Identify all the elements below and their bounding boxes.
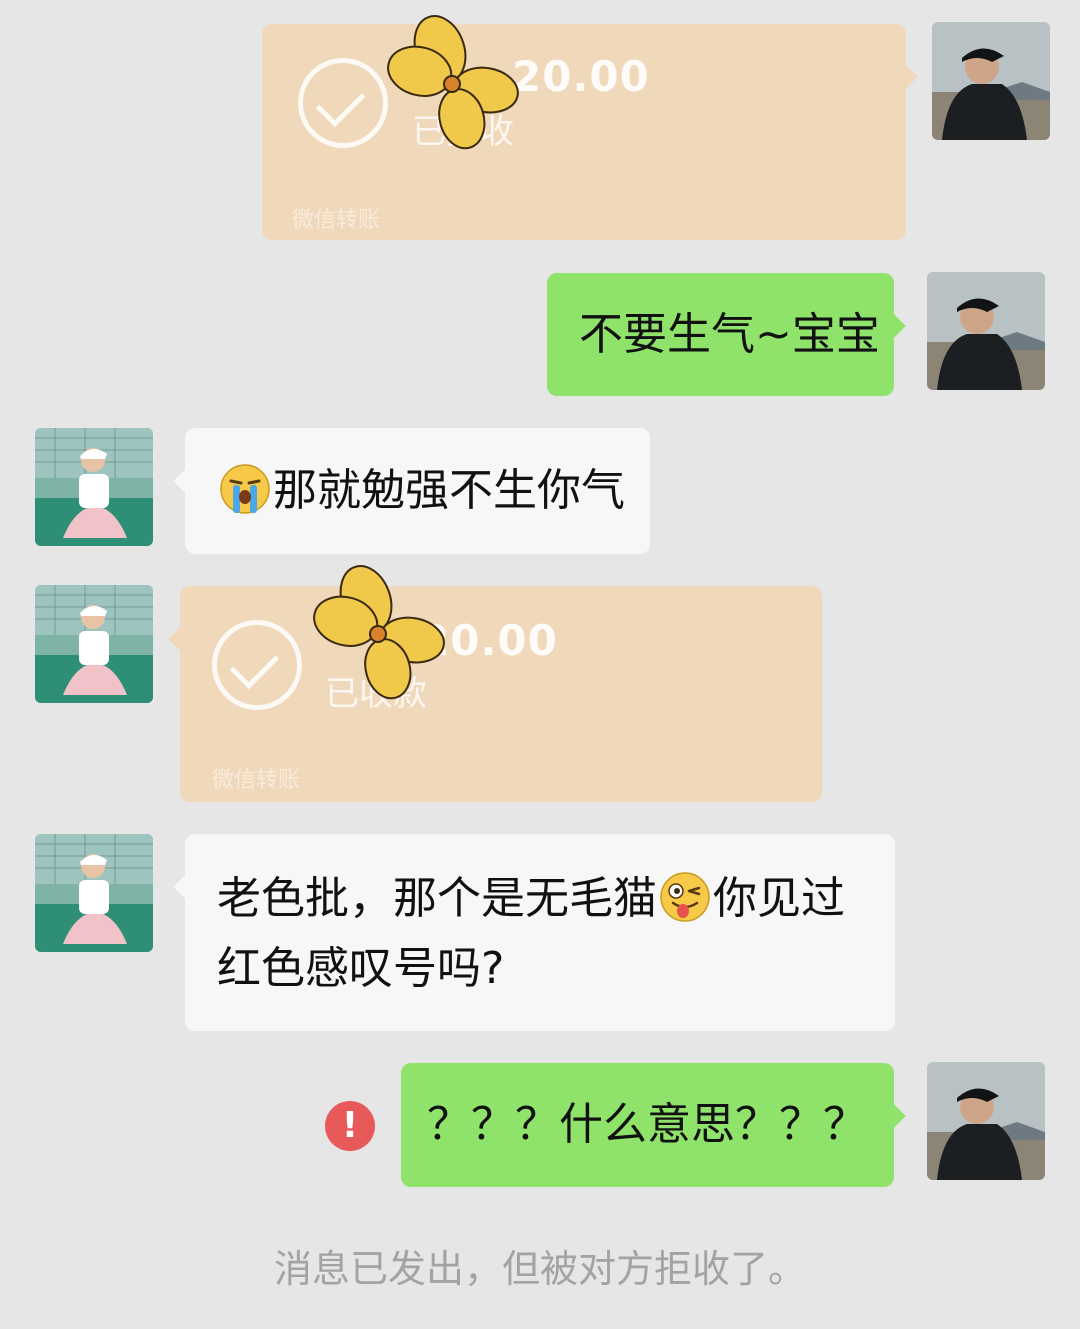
bubble-tail xyxy=(880,1103,906,1129)
bubble-tail xyxy=(173,468,199,494)
message-text: 不要生气~宝宝 xyxy=(579,309,880,360)
message-bubble-sent[interactable]: 不要生气~宝宝 xyxy=(547,273,906,396)
chat-window: 20.00 已接收 微信转账 不要生气~宝宝 xyxy=(0,0,1080,1329)
bubble-tail xyxy=(892,64,918,90)
message-line-2: 红色感叹号吗? xyxy=(217,943,505,994)
transfer-footer: 微信转账 xyxy=(212,768,301,793)
message-text: ？？？什么意思？？？ xyxy=(427,1099,867,1150)
bubble-tail xyxy=(168,626,194,652)
message-text: 老色批，那个是无毛猫 xyxy=(217,873,657,924)
avatar-contact[interactable] xyxy=(35,834,153,952)
check-circle-icon xyxy=(298,58,388,148)
message-bubble-sent[interactable]: ？？？什么意思？？？ xyxy=(401,1063,906,1187)
flower-sticker-icon xyxy=(308,562,448,702)
transfer-amount: 20.00 xyxy=(512,52,650,101)
avatar-self[interactable] xyxy=(932,22,1050,140)
check-circle-icon xyxy=(212,620,302,710)
avatar-self[interactable] xyxy=(927,272,1045,390)
transfer-card-collected[interactable]: 20.00 已收款 微信转账 xyxy=(168,586,822,802)
message-bubble-received[interactable]: 那就勉强不生你气 xyxy=(173,428,650,554)
message-line-1: 老色批，那个是无毛猫 你见过 xyxy=(217,864,895,934)
bubble-tail xyxy=(173,874,199,900)
avatar-contact[interactable] xyxy=(35,585,153,703)
avatar-self[interactable] xyxy=(927,1062,1045,1180)
flower-sticker-icon xyxy=(382,12,522,152)
message-bubble-received[interactable]: 老色批，那个是无毛猫 你见过 红色感叹号吗? xyxy=(173,834,895,1031)
crying-face-icon xyxy=(219,463,271,515)
transfer-footer: 微信转账 xyxy=(292,208,381,233)
system-notice: 消息已发出，但被对方拒收了。 xyxy=(273,1247,806,1291)
message-text: 那就勉强不生你气 xyxy=(273,465,625,516)
bubble-tail xyxy=(880,313,906,339)
transfer-card-received[interactable]: 20.00 已接收 微信转账 xyxy=(262,24,918,240)
winking-tongue-face-icon xyxy=(659,871,711,923)
send-failed-icon[interactable]: ! xyxy=(325,1101,375,1151)
avatar-contact[interactable] xyxy=(35,428,153,546)
message-text: 你见过 xyxy=(713,873,845,924)
